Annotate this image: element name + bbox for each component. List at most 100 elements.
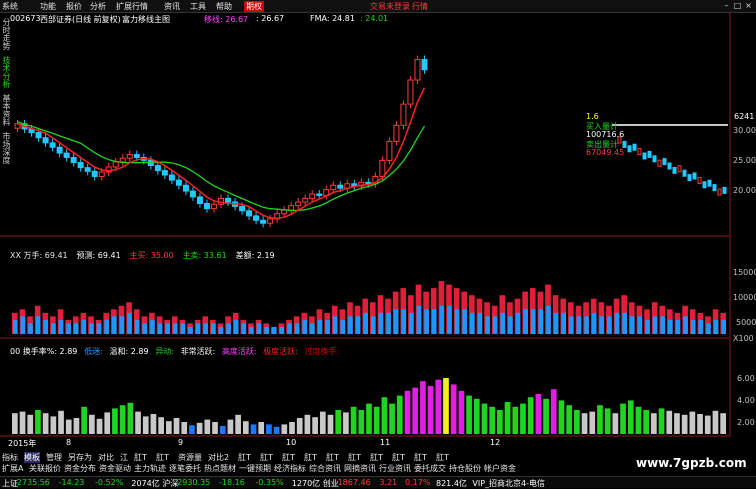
right-candle <box>722 186 727 194</box>
right-ytick: 30.00 <box>733 126 756 135</box>
feature-tab[interactable]: 热点题材 <box>204 463 236 474</box>
volume-bar-sell <box>477 312 483 334</box>
candle <box>112 161 119 168</box>
volume-header: XX 万手: 69.41 预测: 69.41 主买: 35.00 主卖: 33.… <box>10 250 275 261</box>
minimize-icon[interactable]: – <box>722 1 731 10</box>
indicator-tab[interactable]: 资源量 <box>178 452 202 463</box>
menu-help[interactable]: 帮助 <box>216 1 232 12</box>
x-axis-label: 10 <box>286 438 297 447</box>
right-candle <box>717 188 722 196</box>
turnover-bar <box>597 405 603 434</box>
volume-ytick: 15000 <box>733 268 756 277</box>
feature-tab[interactable]: 经济指标 <box>274 463 306 474</box>
indicator-tab[interactable]: 另存为 <box>68 452 92 463</box>
indicator-tab[interactable]: 指标 <box>2 452 18 463</box>
volume-bar-sell <box>279 326 285 334</box>
candle <box>196 196 203 205</box>
indicator-tab[interactable]: 肛T <box>436 452 449 463</box>
volume-bar-sell <box>439 305 445 334</box>
feature-tab[interactable]: 资金驱动 <box>99 463 131 474</box>
candle <box>91 170 98 177</box>
turnover-bar <box>651 413 657 434</box>
right-label: 1.6 <box>586 112 599 121</box>
feature-tab[interactable]: 行业资讯 <box>379 463 411 474</box>
candle <box>154 165 161 172</box>
turnover-bar <box>273 426 280 434</box>
candle <box>330 184 337 191</box>
feature-tab[interactable]: 关联报价 <box>29 463 61 474</box>
turnover-bar <box>535 394 542 434</box>
quote-link[interactable]: 行情 <box>412 1 428 12</box>
volume-bar-sell <box>249 326 254 334</box>
feature-tab[interactable]: 网摘资讯 <box>344 463 376 474</box>
volume-bar-sell <box>500 312 506 334</box>
feature-tab[interactable]: 资金分布 <box>64 463 96 474</box>
turnover-bar <box>173 418 180 434</box>
feature-tab[interactable]: 综合资讯 <box>309 463 341 474</box>
volume-bar-sell <box>112 316 117 334</box>
volume-bar-sell <box>660 316 666 334</box>
turnover-bar <box>19 411 26 434</box>
volume-bar-sell <box>294 323 300 334</box>
menu-news[interactable]: 资讯 <box>164 1 180 12</box>
turnover-bar <box>235 414 241 434</box>
volume-bar-sell <box>470 312 475 334</box>
indicator-tab[interactable]: 肛T <box>282 452 295 463</box>
turnover-bar <box>358 410 365 434</box>
indicator-tab[interactable]: 肛T <box>238 452 251 463</box>
turnover-bar <box>327 414 334 434</box>
turnover-bar <box>119 405 126 434</box>
indicator-tab[interactable]: 肛T <box>326 452 339 463</box>
indicator-tab[interactable]: 肛T <box>392 452 405 463</box>
indicator-tab[interactable]: 肛T <box>260 452 273 463</box>
menu-function[interactable]: 功能 <box>40 1 56 12</box>
feature-tab[interactable]: 主力轨迹 <box>134 463 166 474</box>
menu-options[interactable]: 期权 <box>244 1 264 12</box>
indicator-tab[interactable]: 肛T <box>156 452 169 463</box>
turnover-bar <box>604 408 611 434</box>
indicator-tab[interactable]: 管理 <box>46 452 62 463</box>
chart-canvas[interactable] <box>0 12 756 452</box>
candle <box>281 209 288 215</box>
indicator-tab[interactable]: 对比 <box>98 452 114 463</box>
feature-tab[interactable]: 持仓股份 <box>449 463 481 474</box>
volume-bar-sell <box>690 319 696 334</box>
menu-analysis[interactable]: 分析 <box>90 1 106 12</box>
menu-extended-quote[interactable]: 扩展行情 <box>116 1 148 12</box>
turnover-highly-active: 高度活跃: <box>221 347 260 356</box>
right-candle <box>682 169 687 177</box>
turnover-bar <box>558 400 565 434</box>
indicator-tab[interactable]: 肛T <box>370 452 383 463</box>
feature-tab[interactable]: 一键预期 <box>239 463 271 474</box>
feature-tab[interactable]: 扩展A <box>2 463 23 474</box>
feature-tab[interactable]: 逐笔委托 <box>169 463 201 474</box>
feature-tab[interactable]: 委托成交 <box>414 463 446 474</box>
indicator-tab[interactable]: 肛T <box>348 452 361 463</box>
volume-bar-sell <box>302 319 308 334</box>
volume-diff: 差额: 2.19 <box>235 251 275 260</box>
candle <box>133 154 140 158</box>
indicator-tab[interactable]: 肛T <box>304 452 317 463</box>
x-axis-label: 12 <box>490 438 501 447</box>
candle <box>337 184 344 189</box>
indicator-tab[interactable]: 模板 <box>24 452 40 463</box>
feature-tab[interactable]: 帐户资金 <box>484 463 516 474</box>
indicator-tab[interactable]: 江 <box>120 452 128 463</box>
menu-system[interactable]: 系统 <box>2 1 18 12</box>
status-item: -0.35% <box>255 478 284 487</box>
menu-quote[interactable]: 报价 <box>66 1 82 12</box>
login-status-link[interactable]: 交易未登录 <box>370 1 410 12</box>
indicator-tab[interactable]: 对比2 <box>208 452 229 463</box>
candle <box>70 156 77 164</box>
candle <box>379 159 386 177</box>
right-mini-chart <box>612 124 728 196</box>
volume-bar-sell <box>553 312 559 334</box>
maximize-icon[interactable]: □ <box>733 1 742 10</box>
indicator-tab[interactable]: 肛T <box>414 452 427 463</box>
turnover-bar <box>212 422 218 434</box>
volume-bar-sell <box>348 316 353 334</box>
menu-tools[interactable]: 工具 <box>190 1 206 12</box>
volume-total: XX 万手: 69.41 <box>10 251 68 260</box>
close-icon[interactable]: × <box>744 1 753 10</box>
indicator-tab[interactable]: 肛T <box>134 452 147 463</box>
